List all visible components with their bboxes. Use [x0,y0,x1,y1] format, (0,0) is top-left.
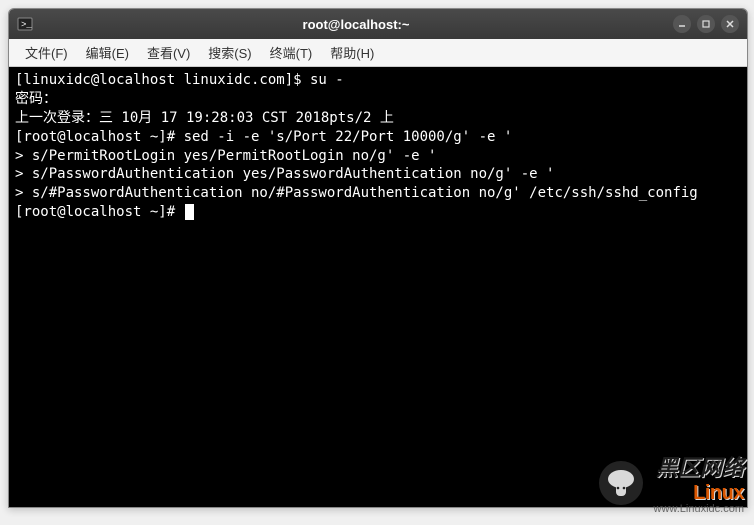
watermark: 黑区网络 Linux www.Linuxidc.com [598,450,744,515]
terminal-line: 上一次登录：三 10月 17 19:28:03 CST 2018pts/2 上 [15,109,741,128]
watermark-text: 黑区网络 Linux www.Linuxidc.com [654,450,744,515]
terminal-prompt: [root@localhost ~]# [15,204,184,220]
terminal-line: [root@localhost ~]# sed -i -e 's/Port 22… [15,128,741,147]
close-button[interactable] [721,15,739,33]
watermark-brand: Linux [693,482,744,505]
terminal-icon: >_ [17,16,33,32]
terminal-line: > s/#PasswordAuthentication no/#Password… [15,184,741,203]
window-title: root@localhost:~ [39,17,673,32]
terminal-line: > s/PasswordAuthentication yes/PasswordA… [15,165,741,184]
watermark-cn: 黑区网络 [656,450,744,482]
titlebar[interactable]: >_ root@localhost:~ [9,9,747,39]
terminal-area[interactable]: [linuxidc@localhost linuxidc.com]$ su -密… [9,67,747,507]
mushroom-icon [598,460,644,506]
menu-terminal[interactable]: 终端(T) [262,40,321,65]
menu-search[interactable]: 搜索(S) [200,40,259,65]
terminal-line: > s/PermitRootLogin yes/PermitRootLogin … [15,147,741,166]
terminal-prompt-line: [root@localhost ~]# [15,203,741,222]
window-controls [673,15,739,33]
menu-help[interactable]: 帮助(H) [322,40,382,65]
cursor-icon [185,204,194,220]
terminal-line: [linuxidc@localhost linuxidc.com]$ su - [15,71,741,90]
menubar: 文件(F) 编辑(E) 查看(V) 搜索(S) 终端(T) 帮助(H) [9,39,747,67]
minimize-button[interactable] [673,15,691,33]
menu-edit[interactable]: 编辑(E) [78,40,137,65]
watermark-url: www.Linuxidc.com [654,503,744,515]
maximize-button[interactable] [697,15,715,33]
terminal-line: 密码： [15,90,741,109]
menu-view[interactable]: 查看(V) [139,40,198,65]
terminal-window: >_ root@localhost:~ 文件(F) 编辑(E) 查看(V) 搜索… [8,8,748,508]
menu-file[interactable]: 文件(F) [17,40,76,65]
svg-text:>_: >_ [21,20,32,30]
